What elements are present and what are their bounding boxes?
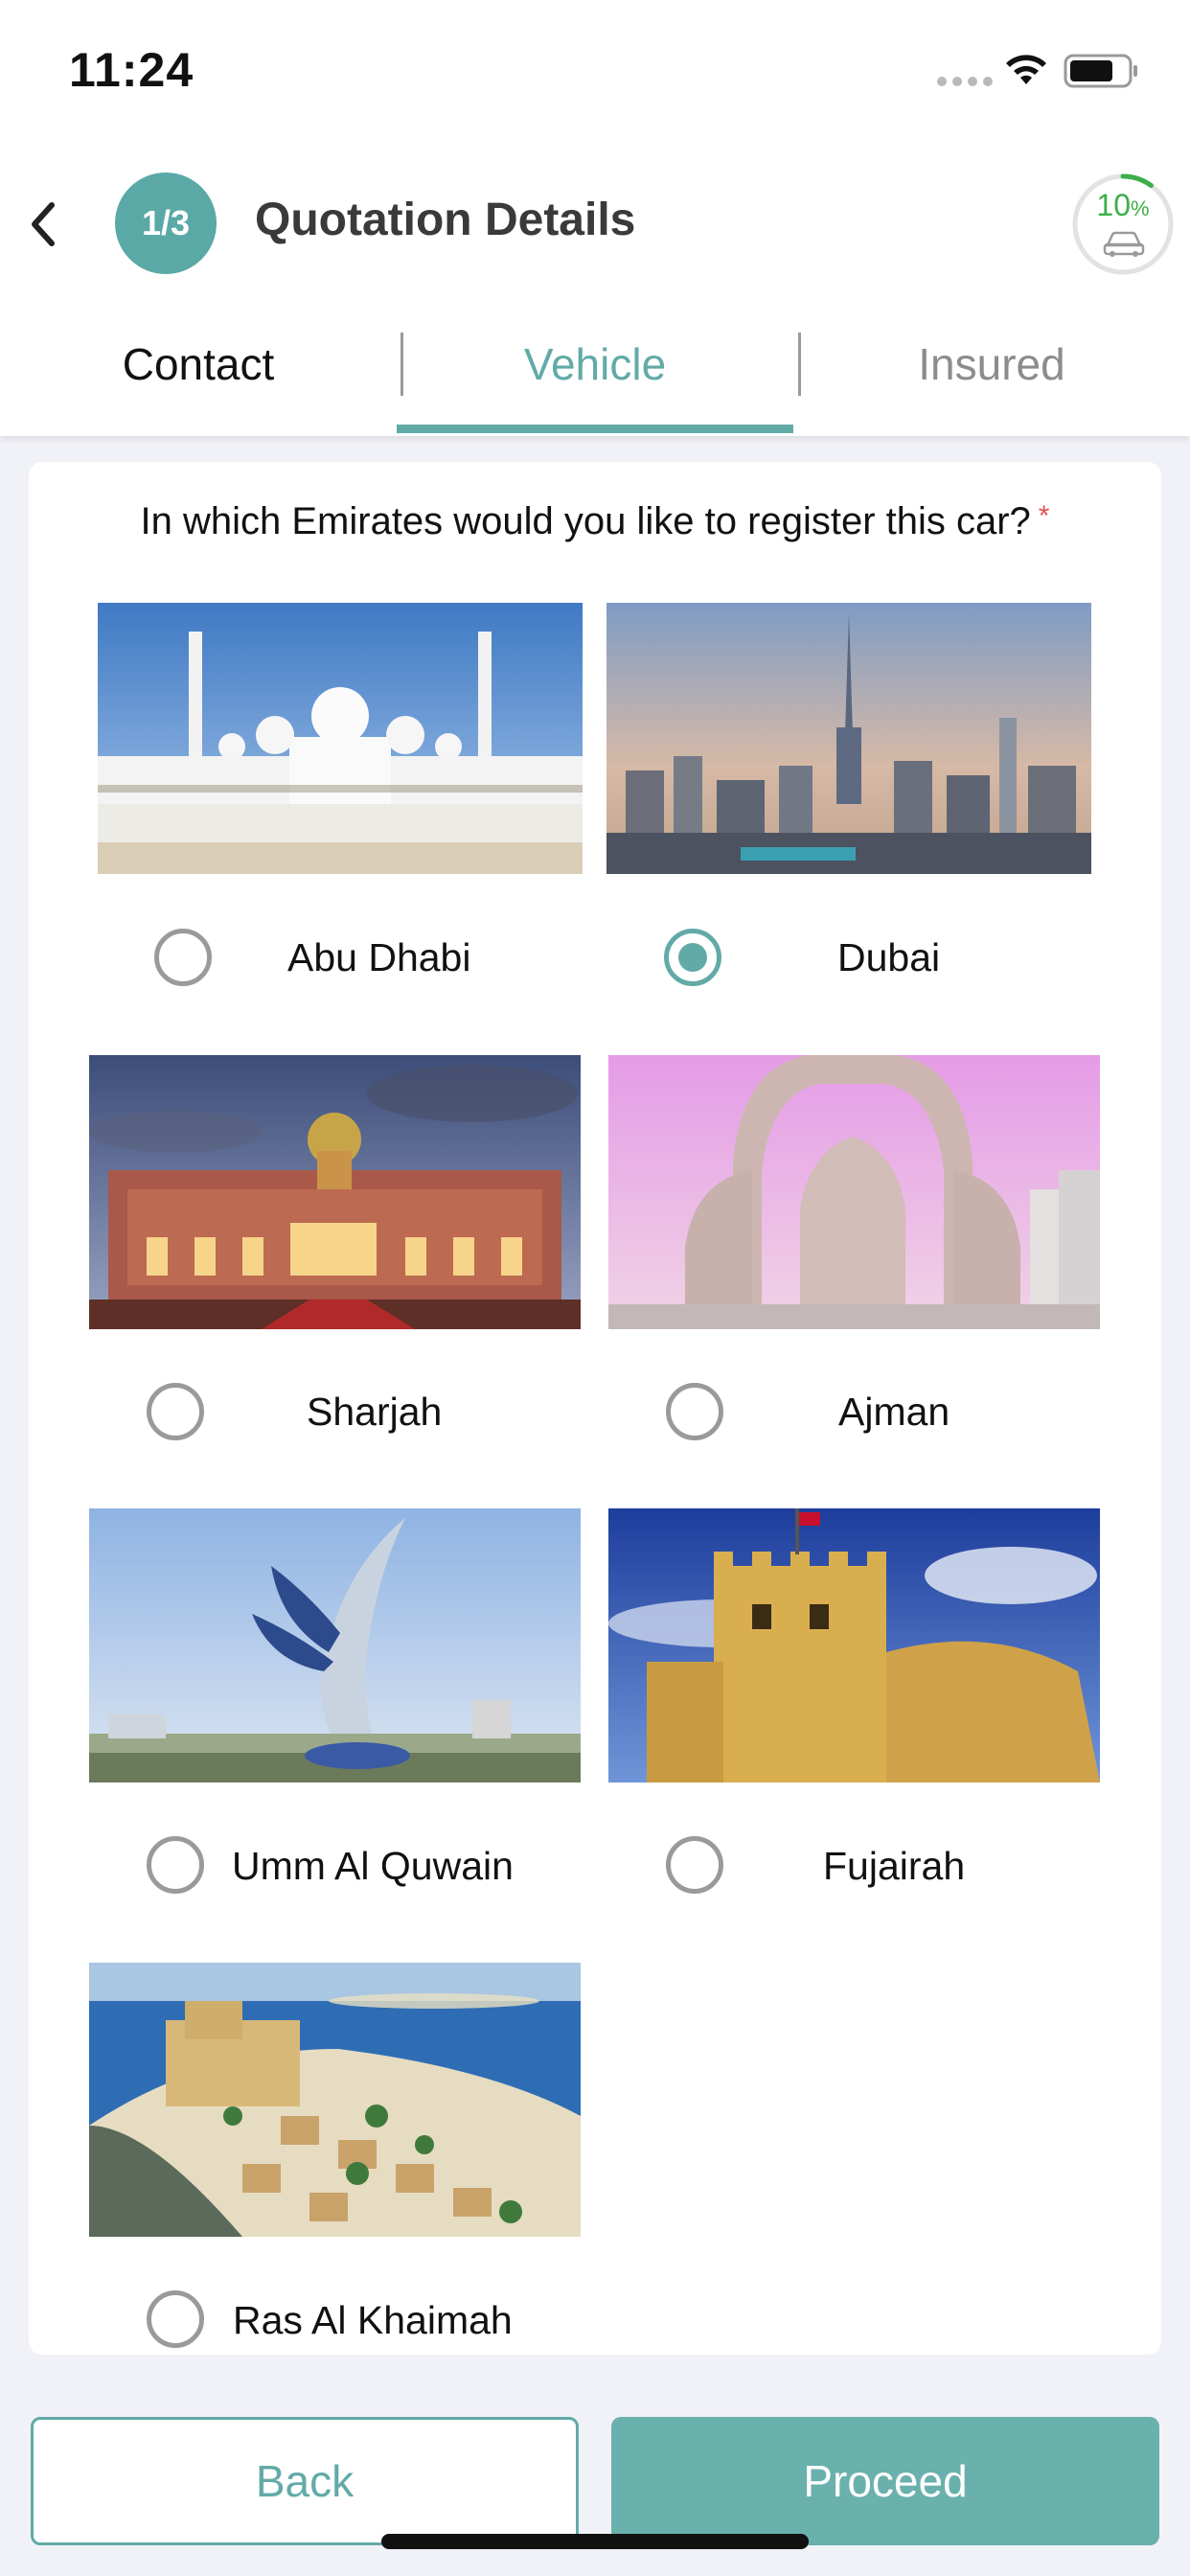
back-chevron-icon[interactable] <box>25 197 59 251</box>
wifi-icon <box>1006 55 1046 84</box>
ras-al-khaimah-radio[interactable] <box>147 2290 204 2348</box>
battery-icon <box>1064 54 1137 88</box>
progress-value: 10 <box>1096 188 1132 222</box>
emirate-selection-card: In which Emirates would you like to regi… <box>29 462 1161 2355</box>
abu-dhabi-radio[interactable] <box>154 929 212 986</box>
fujairah-label[interactable]: Fujairah <box>823 1844 965 1889</box>
home-indicator <box>381 2534 809 2549</box>
ras-al-khaimah-label[interactable]: Ras Al Khaimah <box>233 2298 513 2343</box>
step-tabs: Contact Vehicle Insured <box>0 311 1190 436</box>
required-asterisk: * <box>1038 500 1050 532</box>
sharjah-label[interactable]: Sharjah <box>307 1390 442 1435</box>
car-icon <box>1103 231 1145 257</box>
fujairah-radio[interactable] <box>666 1836 723 1894</box>
abu-dhabi-image[interactable] <box>98 603 583 874</box>
tab-contact[interactable]: Contact <box>0 311 397 436</box>
status-time: 11:24 <box>69 43 195 97</box>
active-tab-indicator <box>397 425 793 433</box>
dubai-radio[interactable] <box>664 929 721 986</box>
cellular-signal-icon <box>937 77 993 86</box>
ajman-image[interactable] <box>608 1055 1100 1329</box>
progress-unit: % <box>1131 196 1150 220</box>
progress-text: 10% <box>1071 188 1175 223</box>
umm-al-quwain-image[interactable] <box>89 1508 581 1782</box>
question-text: In which Emirates would you like to regi… <box>29 500 1161 543</box>
sharjah-image[interactable] <box>89 1055 581 1329</box>
sharjah-radio[interactable] <box>147 1383 204 1440</box>
ras-al-khaimah-image[interactable] <box>89 1963 581 2237</box>
umm-al-quwain-label[interactable]: Umm Al Quwain <box>232 1844 514 1889</box>
status-bar: 11:24 <box>0 0 1190 144</box>
back-button[interactable]: Back <box>31 2417 579 2545</box>
dubai-label[interactable]: Dubai <box>837 935 940 980</box>
tab-insured[interactable]: Insured <box>793 311 1190 436</box>
ajman-label[interactable]: Ajman <box>838 1390 950 1435</box>
abu-dhabi-label[interactable]: Abu Dhabi <box>287 935 470 980</box>
page-title: Quotation Details <box>255 195 636 245</box>
step-badge: 1/3 <box>115 172 217 274</box>
question-label: In which Emirates would you like to regi… <box>140 500 1031 542</box>
fujairah-image[interactable] <box>608 1508 1100 1782</box>
proceed-button[interactable]: Proceed <box>611 2417 1159 2545</box>
tab-vehicle[interactable]: Vehicle <box>397 311 793 436</box>
ajman-radio[interactable] <box>666 1383 723 1440</box>
umm-al-quwain-radio[interactable] <box>147 1836 204 1894</box>
header: 1/3 Quotation Details 10% Contact Vehicl… <box>0 144 1190 436</box>
dubai-image[interactable] <box>606 603 1091 874</box>
